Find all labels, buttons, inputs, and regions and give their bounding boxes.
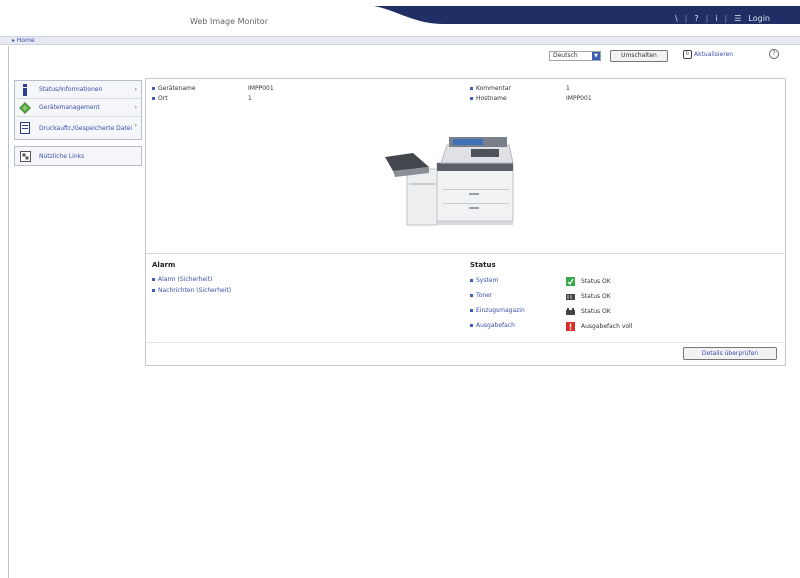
info-nav-icon[interactable]: i bbox=[715, 14, 717, 23]
status-system-value: Status OK bbox=[566, 277, 611, 286]
messages-security-label: Nachrichten (Sicherheit) bbox=[158, 287, 232, 294]
printer-ok-icon bbox=[566, 277, 575, 286]
comment-row: Kommentar 1 bbox=[470, 85, 670, 92]
search-nav-icon[interactable]: \ bbox=[675, 14, 678, 23]
language-select[interactable]: Deutsch ▼ bbox=[549, 51, 601, 61]
chevron-down-icon: ▼ bbox=[592, 52, 600, 60]
refresh-icon: ↻ bbox=[683, 50, 692, 59]
location-value: 1 bbox=[248, 95, 252, 102]
status-output-value: Ausgabefach voll bbox=[566, 322, 632, 331]
sidebar-item-status[interactable]: Status/Informationen › bbox=[15, 81, 141, 99]
chevron-right-icon: › bbox=[134, 104, 137, 111]
output-full-icon bbox=[566, 322, 575, 331]
bullet-icon bbox=[152, 97, 155, 100]
sidebar-item-label: Gerätemanagement bbox=[39, 104, 100, 111]
alarm-security-label: Alarm (Sicherheit) bbox=[158, 276, 213, 283]
device-name-row: Gerätename IMPP001 bbox=[152, 85, 352, 92]
bullet-icon bbox=[470, 324, 473, 327]
sidebar-group-main: Status/Informationen › Gerätemanagement … bbox=[14, 80, 142, 140]
sidebar-item-label: Nützliche Links bbox=[39, 152, 85, 160]
status-system-link[interactable]: System bbox=[470, 277, 498, 284]
status-toner-text: Status OK bbox=[581, 293, 611, 300]
login-link[interactable]: Login bbox=[748, 14, 770, 23]
sidebar: Status/Informationen › Gerätemanagement … bbox=[14, 80, 142, 172]
info-icon bbox=[19, 83, 31, 96]
bullet-icon bbox=[470, 294, 473, 297]
status-system-label: System bbox=[476, 277, 499, 284]
bullet-icon bbox=[152, 278, 155, 281]
printer-image bbox=[385, 137, 514, 226]
links-icon bbox=[19, 150, 31, 162]
switch-button[interactable]: Umschalten bbox=[610, 50, 668, 62]
status-tray-value: Status OK bbox=[566, 307, 611, 316]
sidebar-item-label: Status/Informationen bbox=[39, 86, 103, 93]
status-title: Status bbox=[470, 261, 496, 269]
status-toner-value: Status OK bbox=[566, 292, 611, 301]
top-nav: \ | ? | i | ☰ Login bbox=[674, 14, 770, 23]
bullet-icon bbox=[152, 289, 155, 292]
sidebar-group-links: Nützliche Links bbox=[14, 146, 142, 166]
tray-icon bbox=[566, 308, 575, 315]
status-tray-text: Status OK bbox=[581, 308, 611, 315]
section-divider bbox=[146, 253, 785, 254]
alarm-security-link[interactable]: Alarm (Sicherheit) bbox=[152, 276, 212, 283]
help-nav-icon[interactable]: ? bbox=[694, 14, 698, 23]
bullet-icon bbox=[470, 87, 473, 90]
status-output-link[interactable]: Ausgabefach bbox=[470, 322, 515, 329]
app-title: Web Image Monitor bbox=[190, 17, 268, 26]
hostname-row: Hostname IMPP001 bbox=[470, 95, 670, 102]
toolbar: Deutsch ▼ Umschalten ↻ Aktualisieren ? bbox=[0, 46, 800, 66]
refresh-label: Aktualisieren bbox=[694, 51, 734, 58]
sidebar-item-label: Druckauftr./Gespeicherte Datei bbox=[39, 124, 133, 132]
refresh-button[interactable]: ↻ Aktualisieren bbox=[683, 50, 733, 59]
status-tray-label: Einzugsmagazin bbox=[476, 307, 525, 314]
status-toner-link[interactable]: Toner bbox=[470, 292, 492, 299]
bullet-icon bbox=[470, 279, 473, 282]
home-link[interactable]: ▸ Home bbox=[12, 37, 35, 44]
home-bar: ▸ Home bbox=[0, 36, 800, 45]
hostname-label: Hostname bbox=[476, 95, 507, 102]
comment-label: Kommentar bbox=[476, 85, 511, 92]
device-name-label: Gerätename bbox=[158, 85, 196, 92]
main-panel: Gerätename IMPP001 Ort 1 Kommentar 1 Hos… bbox=[145, 78, 786, 366]
messages-security-link[interactable]: Nachrichten (Sicherheit) bbox=[152, 287, 232, 294]
status-output-label: Ausgabefach bbox=[476, 322, 515, 329]
diamond-icon bbox=[19, 101, 31, 114]
comment-value: 1 bbox=[566, 85, 570, 92]
status-toner-label: Toner bbox=[476, 292, 493, 299]
sidebar-item-links[interactable]: Nützliche Links bbox=[15, 147, 141, 165]
bullet-icon bbox=[470, 309, 473, 312]
footer-divider bbox=[146, 342, 785, 343]
bullet-icon bbox=[152, 87, 155, 90]
sidebar-item-print-jobs[interactable]: Druckauftr./Gespeicherte Datei › bbox=[15, 117, 141, 139]
nav-band: \ | ? | i | ☰ Login bbox=[374, 6, 800, 24]
sidebar-item-device-management[interactable]: Gerätemanagement › bbox=[15, 99, 141, 117]
help-icon[interactable]: ? bbox=[769, 49, 779, 59]
device-name-value: IMPP001 bbox=[248, 85, 274, 92]
chevron-right-icon: › bbox=[134, 86, 137, 93]
status-system-text: Status OK bbox=[581, 278, 611, 285]
status-tray-link[interactable]: Einzugsmagazin bbox=[470, 307, 525, 314]
status-output-text: Ausgabefach voll bbox=[581, 323, 633, 330]
toner-icon bbox=[566, 294, 575, 300]
location-label: Ort bbox=[158, 95, 168, 102]
check-details-button[interactable]: Details überprüfen bbox=[683, 347, 777, 360]
menu-nav-icon[interactable]: ☰ bbox=[734, 14, 741, 23]
top-header: Web Image Monitor \ | ? | i | ☰ Login bbox=[0, 0, 800, 36]
document-icon bbox=[19, 122, 31, 134]
location-row: Ort 1 bbox=[152, 95, 352, 102]
chevron-right-icon: › bbox=[134, 122, 137, 129]
hostname-value: IMPP001 bbox=[566, 95, 592, 102]
bullet-icon bbox=[470, 97, 473, 100]
alarm-title: Alarm bbox=[152, 261, 176, 269]
page-left-border bbox=[8, 46, 9, 578]
language-value: Deutsch bbox=[553, 52, 578, 59]
